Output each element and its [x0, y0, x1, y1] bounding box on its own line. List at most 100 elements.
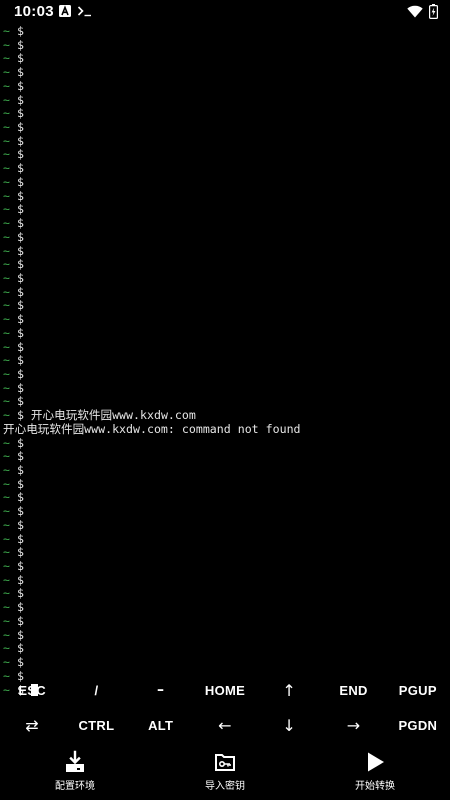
terminal-line-text: $ — [9, 532, 24, 546]
prompt-tilde: ~ — [3, 464, 10, 477]
terminal-line-text: $ — [9, 313, 24, 327]
end-key[interactable]: END — [321, 673, 385, 708]
terminal-line-text: $ — [9, 25, 24, 38]
terminal-line-text: $ — [9, 560, 24, 574]
terminal-line: ~ $ — [3, 382, 447, 396]
terminal-output[interactable]: ~ $ ~ $ ~ $ ~ $ ~ $ ~ $ ~ $ ~ $ ~ $ ~ $ ~ $ ~ $ ~ $ ~… — [3, 25, 447, 697]
terminal-line-text: $ — [9, 354, 24, 368]
configure-env-label: 配置环境 — [55, 781, 95, 792]
terminal-line-text: $ — [9, 162, 24, 176]
configure-env-button[interactable]: 配置环境 — [0, 748, 150, 800]
prompt-tilde: ~ — [3, 244, 10, 258]
terminal-line-text: $ — [9, 258, 24, 272]
terminal-line: ~ $ — [3, 368, 447, 382]
terminal-line: ~ $ — [3, 656, 447, 670]
status-bar: 10:03 — [0, 0, 450, 24]
down-arrow-key[interactable]: ↓ — [257, 708, 321, 743]
prompt-tilde: ~ — [3, 505, 10, 519]
prompt-tilde: ~ — [3, 546, 10, 560]
terminal-line-text: $ 开心电玩软件园www.kxdw.com — [9, 409, 196, 423]
prompt-tilde: ~ — [3, 573, 10, 587]
terminal-line: ~ $ — [3, 217, 447, 231]
terminal-line: ~ $ — [3, 299, 447, 313]
pgdn-key[interactable]: PGDN — [386, 708, 450, 743]
terminal-line-text: $ — [9, 587, 24, 601]
app-a-icon — [59, 5, 71, 17]
terminal-line: ~ $ — [3, 80, 447, 94]
extra-keys-bar: ESC / – HOME ↑ END PGUP ⇄ CTRL ALT ← ↓ → PGDN — [0, 673, 450, 743]
terminal-line: ~ $ — [3, 25, 447, 39]
terminal-line-text: $ — [9, 38, 24, 52]
terminal-line-text: $ — [9, 642, 24, 656]
pgup-key[interactable]: PGUP — [386, 673, 450, 708]
terminal-line-text: $ — [9, 491, 24, 505]
terminal-line: ~ $ — [3, 203, 447, 217]
terminal-line: ~ $ — [3, 286, 447, 300]
prompt-tilde: ~ — [3, 628, 10, 642]
terminal-line-text: $ — [9, 367, 24, 381]
import-key-label: 导入密钥 — [205, 781, 245, 792]
up-arrow-key[interactable]: ↑ — [257, 673, 321, 708]
prompt-tilde: ~ — [3, 518, 10, 532]
terminal-line-text: $ — [9, 93, 24, 107]
esc-key[interactable]: ESC — [0, 673, 64, 708]
terminal-line-text: $ — [9, 189, 24, 203]
prompt-tilde: ~ — [3, 175, 10, 189]
terminal-line: ~ $ — [3, 491, 447, 505]
bottom-toolbar: 配置环境 导入密钥 开始转换 — [0, 748, 450, 800]
terminal-line-text: $ — [9, 217, 24, 231]
import-key-button[interactable]: 导入密钥 — [150, 748, 300, 800]
home-key[interactable]: HOME — [193, 673, 257, 708]
terminal-line-text: $ — [9, 107, 24, 121]
ctrl-key[interactable]: CTRL — [64, 708, 128, 743]
terminal-line-text: $ — [9, 121, 24, 135]
status-right-icons — [407, 4, 438, 19]
terminal-line-text: $ — [9, 79, 24, 93]
terminal-line-text: $ — [9, 340, 24, 354]
terminal-line-text: $ — [9, 656, 24, 670]
prompt-tilde: ~ — [3, 313, 10, 327]
alt-key[interactable]: ALT — [129, 708, 193, 743]
terminal-line-text: 开心电玩软件园www.kxdw.com: command not found — [3, 422, 301, 436]
terminal-line-text: $ — [9, 285, 24, 299]
start-convert-label: 开始转换 — [355, 781, 395, 792]
prompt-tilde: ~ — [3, 38, 10, 52]
dash-key[interactable]: – — [129, 673, 193, 708]
terminal-line: ~ $ — [3, 313, 447, 327]
terminal-line: ~ $ — [3, 450, 447, 464]
prompt-tilde: ~ — [3, 93, 10, 107]
left-arrow-key[interactable]: ← — [193, 708, 257, 743]
terminal-line-text: $ — [9, 299, 24, 313]
terminal-line-text: $ — [9, 601, 24, 615]
terminal-line-text: $ — [9, 505, 24, 519]
prompt-tilde: ~ — [3, 642, 10, 656]
prompt-tilde: ~ — [3, 203, 10, 217]
prompt-tilde: ~ — [3, 134, 10, 148]
prompt-tilde: ~ — [3, 381, 10, 395]
terminal-line: ~ $ — [3, 121, 447, 135]
prompt-tilde: ~ — [3, 271, 10, 285]
terminal-line-text: $ — [9, 52, 24, 66]
terminal-line-text: $ — [9, 230, 24, 244]
prompt-tilde: ~ — [3, 367, 10, 381]
terminal-line: ~ $ — [3, 66, 447, 80]
terminal-line: ~ $ — [3, 629, 447, 643]
start-convert-button[interactable]: 开始转换 — [300, 748, 450, 800]
wifi-icon — [407, 5, 423, 18]
right-arrow-key[interactable]: → — [321, 708, 385, 743]
terminal-line: ~ $ — [3, 587, 447, 601]
slash-key[interactable]: / — [64, 673, 128, 708]
battery-icon — [429, 4, 438, 19]
prompt-tilde: ~ — [3, 285, 10, 299]
prompt-tilde: ~ — [3, 326, 10, 340]
prompt-tilde: ~ — [3, 614, 10, 628]
terminal-line-text: $ — [9, 148, 24, 162]
terminal-line-text: $ — [9, 134, 24, 148]
terminal-line-text: $ — [9, 464, 24, 477]
terminal-line: ~ $ — [3, 478, 447, 492]
prompt-tilde: ~ — [3, 560, 10, 574]
terminal-line: ~ $ — [3, 176, 447, 190]
tab-key[interactable]: ⇄ — [0, 708, 64, 743]
terminal-line: ~ $ — [3, 231, 447, 245]
prompt-tilde: ~ — [3, 230, 10, 244]
